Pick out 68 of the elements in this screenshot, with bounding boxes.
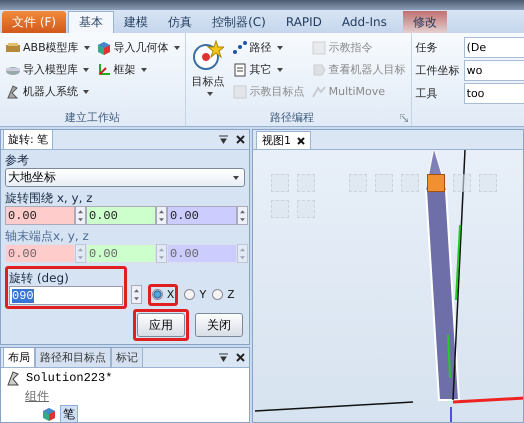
target-star-icon <box>192 39 224 71</box>
field-label: 旋转围绕 x, y, z <box>5 190 94 206</box>
ribbon-tab[interactable]: 仿真 <box>158 11 202 33</box>
ribbon-button[interactable]: 导入模型库 <box>4 59 91 80</box>
path-icon <box>232 40 248 56</box>
part-icon <box>41 406 57 422</box>
close-icon[interactable] <box>236 135 245 144</box>
dropdown-field[interactable]: too <box>464 83 524 104</box>
field-label: 工件坐标 <box>416 63 460 79</box>
dropdown-menu-icon[interactable] <box>219 135 228 144</box>
dropdown-menu-icon[interactable] <box>219 353 228 362</box>
spin-buttons[interactable] <box>237 206 248 225</box>
panel-tab[interactable]: 路径和目标点 <box>35 348 111 367</box>
dropdown-field[interactable]: wo <box>464 60 524 81</box>
tree-item[interactable]: 组件 <box>23 388 51 404</box>
ribbon-button[interactable]: ABB模型库 <box>4 37 91 58</box>
ribbon-button[interactable]: 导入几何体 <box>94 37 181 58</box>
spin-buttons[interactable] <box>75 206 86 225</box>
dialog-button[interactable]: 关闭 <box>195 313 243 337</box>
cube-icon <box>96 40 112 56</box>
panel-tab[interactable]: 布局 <box>3 348 35 367</box>
dialog-button[interactable]: 应用 <box>137 313 185 337</box>
tree-item[interactable]: 笔 <box>60 404 78 422</box>
axis-radio[interactable]: Z <box>212 288 235 302</box>
toolbar-icon[interactable] <box>427 174 445 192</box>
group-title: 建立工作站 <box>64 110 121 126</box>
field-label: 轴末端点x, y, z <box>5 228 90 244</box>
robot-arm-icon <box>5 370 21 386</box>
dropdown-field[interactable]: (De <box>464 37 524 58</box>
target-button[interactable]: 目标点 <box>190 37 227 110</box>
panel-tab[interactable]: 标记 <box>111 348 143 367</box>
ribbon-tab[interactable]: Add-Ins <box>332 11 397 33</box>
view-tab[interactable]: 视图1 <box>256 131 311 149</box>
spin-buttons[interactable] <box>75 244 86 263</box>
angle-input[interactable]: 090 <box>9 286 123 305</box>
field-label: 工具 <box>416 86 439 102</box>
close-icon[interactable] <box>297 136 305 144</box>
ribbon-tab[interactable]: RAPID <box>276 11 332 33</box>
ribbon-tab[interactable]: 修改 <box>402 11 447 33</box>
ribbon-button[interactable]: 机器人系统 <box>4 81 91 102</box>
close-icon[interactable] <box>236 353 245 362</box>
number-field[interactable]: 0.00 <box>5 206 75 225</box>
axis-radio[interactable]: Y <box>184 288 206 302</box>
ribbon-button[interactable]: 其它 <box>230 59 306 80</box>
spin-buttons[interactable] <box>131 285 142 304</box>
caret-icon <box>233 176 239 180</box>
number-field[interactable]: 0.00 <box>167 206 237 225</box>
tree-item[interactable]: Solution223* <box>24 371 114 385</box>
panel-tab[interactable]: 旋转: 笔 <box>3 130 54 149</box>
field-label: 任务 <box>416 40 439 56</box>
field-label: 参考 <box>5 152 30 168</box>
reference-dropdown[interactable]: 大地坐标 <box>5 168 245 187</box>
group-title: 路径编程 <box>269 110 316 126</box>
robot-arm-icon <box>5 84 21 100</box>
number-field[interactable]: 0.00 <box>86 206 156 225</box>
ribbon-tab[interactable]: 建模 <box>114 11 158 33</box>
ribbon-button[interactable]: 路径 <box>230 37 306 58</box>
spin-buttons[interactable] <box>237 244 248 263</box>
axis-line <box>450 407 452 422</box>
ribbon-tab[interactable]: 基本 <box>68 11 114 33</box>
spin-buttons[interactable] <box>156 244 167 263</box>
launcher-icon[interactable] <box>400 114 408 122</box>
ribbon-button[interactable]: 框架 <box>94 59 181 80</box>
ribbon-tab[interactable]: 控制器(C) <box>202 11 276 33</box>
spin-buttons[interactable] <box>156 206 167 225</box>
document-icon <box>232 62 248 78</box>
field-label: 旋转 (deg) <box>9 270 70 286</box>
axis-radio[interactable]: X <box>152 288 174 302</box>
